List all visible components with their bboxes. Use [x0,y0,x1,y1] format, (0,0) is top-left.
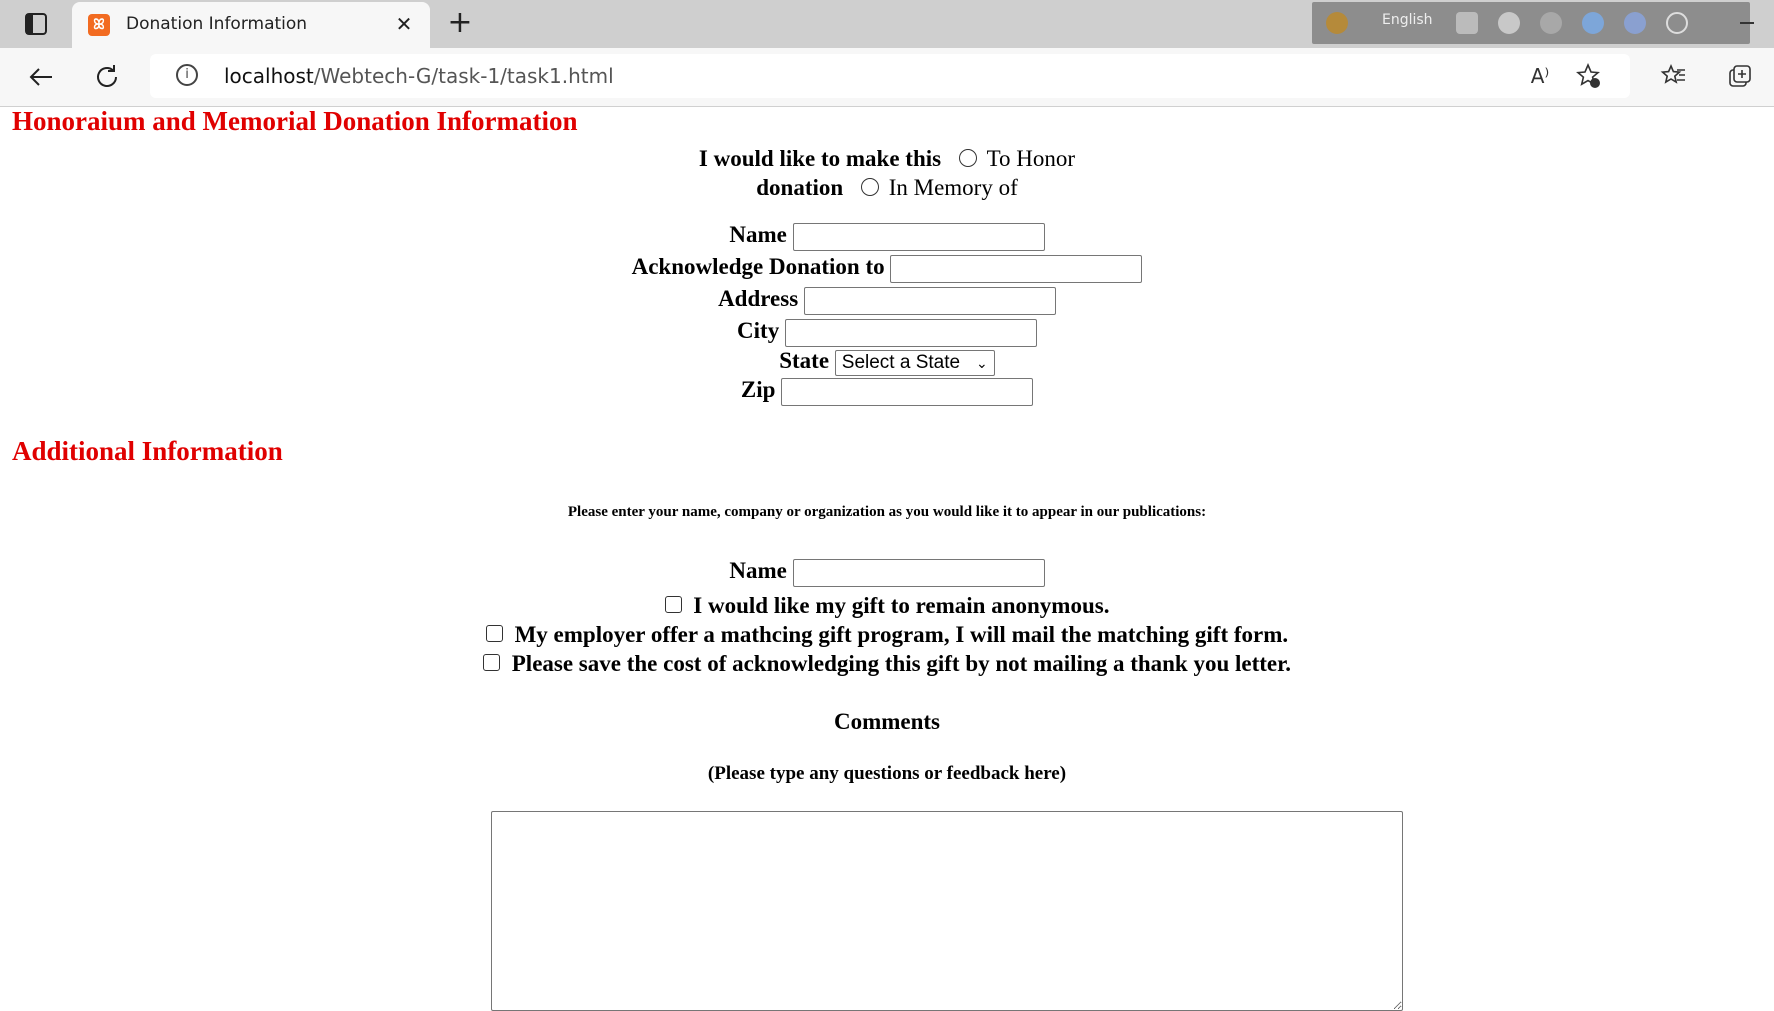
publication-note: Please enter your name, company or organ… [567,504,1207,520]
close-tab-icon[interactable]: ✕ [392,12,416,36]
state-select-value: Select a State [841,351,961,373]
refresh-icon[interactable] [92,62,122,92]
pin-icon[interactable] [1498,12,1520,34]
collections-icon[interactable] [1726,62,1754,90]
acknowledge-field[interactable] [890,254,1143,283]
zip-label: Zip [740,377,776,402]
page-content: Honoraium and Memorial Donation Informat… [0,106,1774,1011]
comments-hint: (Please type any questions or feedback h… [707,763,1067,784]
ime-icon[interactable] [1326,12,1348,34]
url-host: localhost [224,64,314,88]
donation-type-row-1: I would like to make this To Honor [0,146,1774,172]
no-mail-row: Please save the cost of acknowledging th… [0,651,1774,677]
comments-textarea[interactable] [491,811,1403,1011]
radio-to-honor[interactable] [958,148,977,167]
radio-to-honor-label[interactable]: To Honor [987,146,1075,171]
info-icon[interactable]: i [176,64,198,86]
anonymous-row: I would like my gift to remain anonymous… [0,593,1774,619]
url-text: localhost/Webtech-G/task-1/task1.html [224,64,614,88]
favorites-icon[interactable] [1660,62,1688,90]
read-aloud-icon[interactable]: A⁾ [1526,62,1554,90]
no-mail-checkbox[interactable] [483,654,500,672]
help-icon[interactable] [1624,12,1646,34]
section-heading-additional: Additional Information [12,436,283,466]
acknowledge-row: Acknowledge Donation to [0,254,1774,283]
settings-icon[interactable] [1540,12,1562,34]
name-row: Name [0,222,1774,251]
minimize-icon[interactable] [1740,22,1754,24]
anonymous-label: I would like my gift to remain anonymous… [693,593,1110,618]
donation-type-row-2: donation In Memory of [0,175,1774,201]
section-heading-donation: Honoraium and Memorial Donation Informat… [12,106,578,136]
employer-checkbox[interactable] [485,625,503,643]
donation-type-label-2: donation [756,175,844,200]
city-label: City [737,318,780,343]
back-icon[interactable] [26,62,56,92]
name-field[interactable] [792,222,1045,251]
pub-name-field[interactable] [792,558,1045,587]
pub-name-row: Name [0,558,1774,587]
chevron-down-icon: ⌄ [976,354,988,371]
state-label: State [779,348,830,373]
radio-in-memory-label[interactable]: In Memory of [889,175,1018,200]
acknowledge-label: Acknowledge Donation to [631,254,885,279]
active-tab[interactable]: ꕤ Donation Information ✕ [72,2,430,48]
address-label: Address [718,286,799,311]
browser-tab-bar: ꕤ Donation Information ✕ + English [0,0,1774,48]
city-row: City [0,318,1774,347]
url-field[interactable]: i localhost/Webtech-G/task-1/task1.html … [150,54,1630,98]
browser-ext-icon[interactable] [1582,12,1604,34]
address-bar: i localhost/Webtech-G/task-1/task1.html … [0,48,1774,107]
power-icon[interactable] [1666,12,1688,34]
state-select[interactable]: Select a State ⌄ [834,349,995,376]
add-favorite-icon[interactable] [1574,62,1602,90]
address-row: Address [0,286,1774,315]
url-path: /Webtech-G/task-1/task1.html [313,64,614,88]
zip-row: Zip [0,377,1774,406]
language-label[interactable]: English [1382,12,1433,28]
city-field[interactable] [784,318,1037,347]
language-toolbar: English [1312,2,1750,44]
comments-heading: Comments [833,709,941,734]
anonymous-checkbox[interactable] [664,596,682,614]
new-tab-button[interactable]: + [442,6,478,42]
employer-label: My employer offer a mathcing gift progra… [514,622,1289,647]
zip-field[interactable] [781,377,1034,406]
tab-actions-icon[interactable] [14,10,58,38]
name-label: Name [729,222,787,247]
donation-type-label: I would like to make this [698,146,942,171]
no-mail-label: Please save the cost of acknowledging th… [511,651,1291,676]
employer-row: My employer offer a mathcing gift progra… [0,622,1774,648]
state-row: State Select a State ⌄ [0,348,1774,376]
favicon-icon: ꕤ [88,14,110,36]
tab-title: Donation Information [126,14,308,34]
keyboard-icon[interactable] [1456,12,1478,34]
address-field[interactable] [803,286,1056,315]
pub-name-label: Name [729,558,787,583]
radio-in-memory[interactable] [860,177,879,196]
